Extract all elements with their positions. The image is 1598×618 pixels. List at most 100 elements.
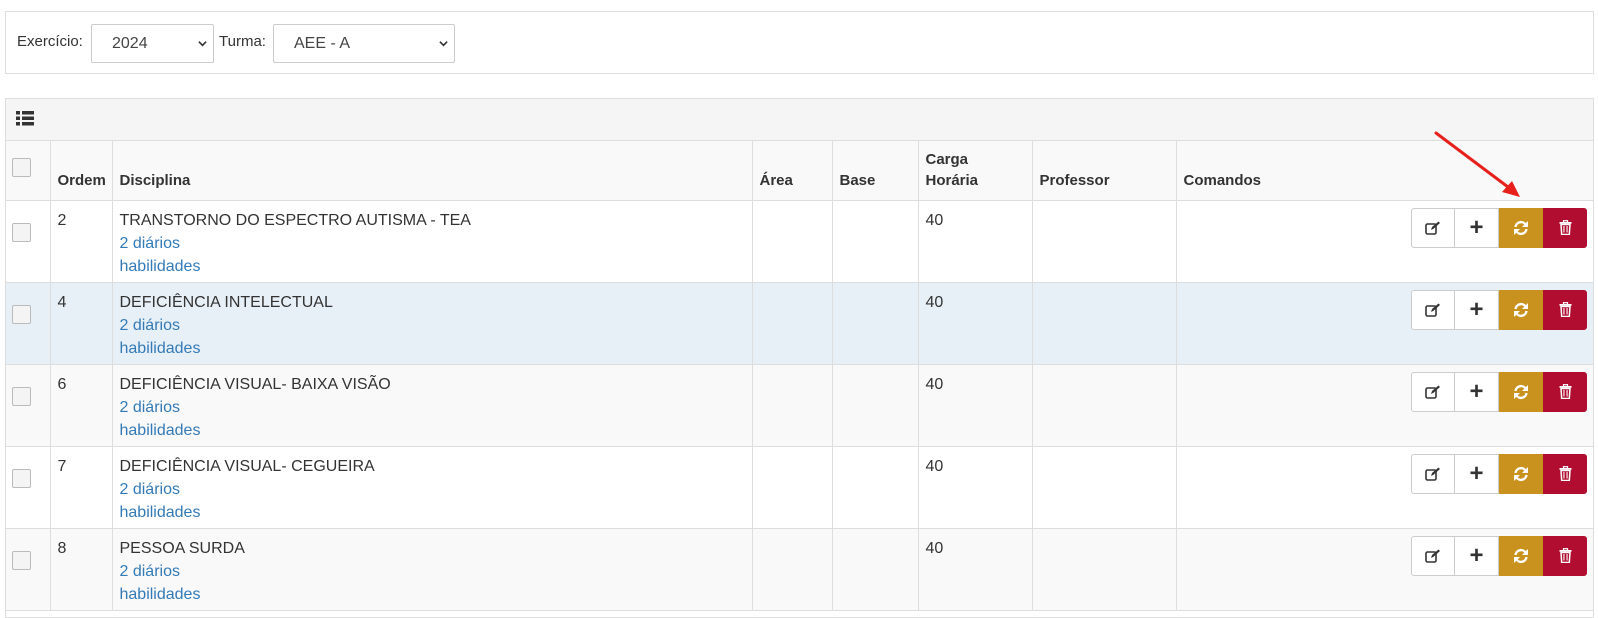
edit-button[interactable] bbox=[1411, 453, 1455, 494]
refresh-button[interactable] bbox=[1499, 371, 1543, 412]
refresh-button[interactable] bbox=[1499, 289, 1543, 330]
add-button[interactable]: + bbox=[1455, 371, 1499, 412]
edit-icon bbox=[1425, 385, 1440, 399]
plus-icon: + bbox=[1469, 377, 1484, 405]
habilidades-link[interactable]: habilidades bbox=[120, 337, 745, 360]
add-button[interactable]: + bbox=[1455, 535, 1499, 576]
refresh-button[interactable] bbox=[1499, 207, 1543, 248]
chevron-down-icon bbox=[198, 41, 207, 47]
select-all-cell bbox=[6, 141, 51, 201]
row-command-buttons: + bbox=[1411, 453, 1587, 494]
ordem-cell: 4 bbox=[50, 282, 113, 365]
edit-button[interactable] bbox=[1411, 371, 1455, 412]
refresh-button[interactable] bbox=[1499, 535, 1543, 576]
base-cell bbox=[832, 446, 919, 529]
turma-select[interactable]: AEE - A bbox=[273, 24, 455, 63]
edit-button[interactable] bbox=[1411, 207, 1455, 248]
row-checkbox[interactable] bbox=[12, 468, 31, 488]
table-row: 8 PESSOA SURDA 2 diários habilidades 40 + bbox=[6, 528, 1593, 611]
exercicio-select[interactable]: 2024 bbox=[91, 24, 214, 63]
habilidades-link[interactable]: habilidades bbox=[120, 583, 745, 606]
disciplina-name: DEFICIÊNCIA VISUAL- CEGUEIRA bbox=[119, 457, 375, 475]
chevron-down-icon bbox=[439, 41, 448, 47]
filter-panel: Exercício: 2024 Turma: AEE - A bbox=[5, 11, 1594, 74]
table-row: 4 DEFICIÊNCIA INTELECTUAL 2 diários habilid… bbox=[6, 282, 1593, 365]
plus-icon: + bbox=[1469, 213, 1484, 241]
trash-icon bbox=[1559, 384, 1571, 399]
diarios-link[interactable]: 2 diários bbox=[120, 396, 745, 419]
professor-cell bbox=[1032, 528, 1177, 611]
comandos-cell: + bbox=[1176, 282, 1593, 365]
select-all-checkbox[interactable] bbox=[12, 157, 31, 177]
diarios-link[interactable]: 2 diários bbox=[120, 314, 745, 337]
delete-button[interactable] bbox=[1543, 207, 1587, 248]
row-checkbox[interactable] bbox=[12, 386, 31, 406]
col-disciplina[interactable]: Disciplina bbox=[112, 141, 753, 201]
comandos-cell: + bbox=[1176, 528, 1593, 611]
plus-icon: + bbox=[1469, 459, 1484, 487]
professor-cell bbox=[1032, 364, 1177, 447]
edit-icon bbox=[1425, 221, 1440, 235]
area-cell bbox=[752, 364, 833, 447]
refresh-icon bbox=[1514, 466, 1528, 481]
table-header-row: Ordem Disciplina Área Base Carga Horária… bbox=[6, 141, 1593, 201]
professor-cell bbox=[1032, 282, 1177, 365]
habilidades-link[interactable]: habilidades bbox=[120, 419, 745, 442]
diarios-link[interactable]: 2 diários bbox=[120, 478, 745, 501]
row-command-buttons: + bbox=[1411, 207, 1587, 248]
col-comandos: Comandos bbox=[1176, 141, 1593, 201]
plus-icon: + bbox=[1469, 295, 1484, 323]
delete-button[interactable] bbox=[1543, 535, 1587, 576]
edit-button[interactable] bbox=[1411, 289, 1455, 330]
add-button[interactable]: + bbox=[1455, 453, 1499, 494]
area-cell bbox=[752, 200, 833, 283]
table-row: 6 DEFICIÊNCIA VISUAL- BAIXA VISÃO 2 diário… bbox=[6, 364, 1593, 447]
col-carga-line1: Carga bbox=[925, 150, 969, 168]
refresh-icon bbox=[1514, 384, 1528, 399]
diarios-link[interactable]: 2 diários bbox=[120, 560, 745, 583]
carga-horaria-cell: 40 bbox=[918, 528, 1033, 611]
col-carga-line2: Horária bbox=[925, 171, 979, 189]
delete-button[interactable] bbox=[1543, 289, 1587, 330]
row-checkbox[interactable] bbox=[12, 550, 31, 570]
row-command-buttons: + bbox=[1411, 289, 1587, 330]
row-checkbox[interactable] bbox=[12, 222, 31, 242]
disciplinas-panel: Ordem Disciplina Área Base Carga Horária… bbox=[5, 98, 1594, 618]
panel-heading bbox=[6, 99, 1593, 141]
carga-horaria-cell: 40 bbox=[918, 200, 1033, 283]
add-button[interactable]: + bbox=[1455, 207, 1499, 248]
col-professor[interactable]: Professor bbox=[1032, 141, 1177, 201]
refresh-button[interactable] bbox=[1499, 453, 1543, 494]
ordem-cell: 7 bbox=[50, 446, 113, 529]
turma-value: AEE - A bbox=[294, 35, 351, 52]
comandos-cell: + bbox=[1176, 200, 1593, 283]
comandos-cell: + bbox=[1176, 446, 1593, 529]
carga-horaria-cell: 40 bbox=[918, 282, 1033, 365]
habilidades-link[interactable]: habilidades bbox=[120, 255, 745, 278]
habilidades-link[interactable]: habilidades bbox=[120, 501, 745, 524]
table-row: 7 DEFICIÊNCIA VISUAL- CEGUEIRA 2 diários ha… bbox=[6, 446, 1593, 529]
edit-button[interactable] bbox=[1411, 535, 1455, 576]
col-base[interactable]: Base bbox=[832, 141, 919, 201]
edit-icon bbox=[1425, 467, 1440, 481]
add-button[interactable]: + bbox=[1455, 289, 1499, 330]
base-cell bbox=[832, 282, 919, 365]
base-cell bbox=[832, 528, 919, 611]
base-cell bbox=[832, 200, 919, 283]
area-cell bbox=[752, 282, 833, 365]
disciplina-name: TRANSTORNO DO ESPECTRO AUTISMA - TEA bbox=[119, 211, 471, 229]
turma-label: Turma: bbox=[219, 33, 266, 50]
col-area[interactable]: Área bbox=[752, 141, 833, 201]
exercicio-value: 2024 bbox=[112, 35, 148, 52]
row-checkbox[interactable] bbox=[12, 304, 31, 324]
row-select-cell bbox=[6, 282, 51, 365]
plus-icon: + bbox=[1469, 541, 1484, 569]
professor-cell bbox=[1032, 200, 1177, 283]
delete-button[interactable] bbox=[1543, 371, 1587, 412]
delete-button[interactable] bbox=[1543, 453, 1587, 494]
professor-cell bbox=[1032, 446, 1177, 529]
col-carga-horaria[interactable]: Carga Horária bbox=[918, 141, 1033, 201]
disciplina-cell: DEFICIÊNCIA INTELECTUAL 2 diários habilida… bbox=[112, 282, 753, 365]
col-ordem[interactable]: Ordem bbox=[50, 141, 113, 201]
diarios-link[interactable]: 2 diários bbox=[120, 232, 745, 255]
